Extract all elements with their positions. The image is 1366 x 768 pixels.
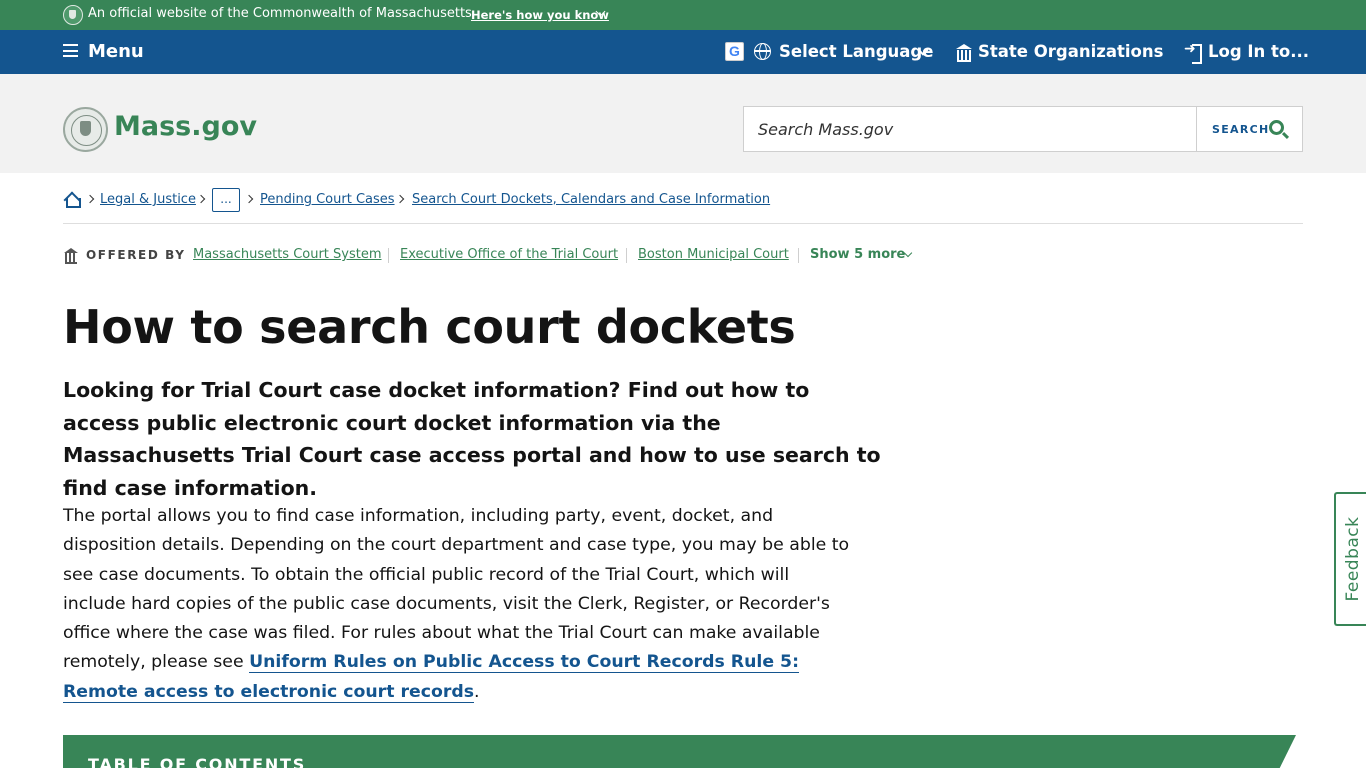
- intro-paragraph: The portal allows you to find case infor…: [63, 502, 853, 707]
- chevron-right-icon: [395, 194, 405, 204]
- state-seal-icon: [63, 107, 108, 152]
- intro-text: The portal allows you to find case infor…: [63, 506, 850, 673]
- feedback-tab[interactable]: Feedback: [1334, 492, 1366, 626]
- breadcrumb-expand-button[interactable]: ...: [212, 188, 240, 212]
- show-more-orgs-button[interactable]: Show 5 more: [810, 247, 905, 262]
- intro-text-end: .: [474, 681, 480, 702]
- search-input[interactable]: [744, 107, 1196, 151]
- chevron-right-icon: [244, 194, 254, 204]
- org-link-trial-court[interactable]: Executive Office of the Trial Court: [400, 247, 618, 262]
- state-seal-icon: [63, 5, 83, 25]
- offered-by-label: OFFERED BY: [86, 248, 186, 262]
- org-link-boston-municipal[interactable]: Boston Municipal Court: [638, 247, 789, 262]
- org-divider: [626, 248, 627, 263]
- site-header: Mass.gov SEARCH: [0, 74, 1366, 173]
- building-icon: [64, 248, 78, 264]
- globe-icon: [754, 43, 771, 60]
- google-translate-icon: G: [725, 42, 744, 61]
- state-organizations-label: State Organizations: [978, 42, 1164, 61]
- building-icon: [956, 44, 972, 62]
- menu-label: Menu: [88, 41, 144, 62]
- page-lede: Looking for Trial Court case docket info…: [63, 378, 881, 500]
- chevron-right-icon: [85, 194, 95, 204]
- hamburger-icon: [63, 44, 78, 57]
- chevron-right-icon: [196, 194, 206, 204]
- feedback-label: Feedback: [1343, 516, 1363, 602]
- org-divider: [798, 248, 799, 263]
- language-label: Select Language: [779, 42, 934, 61]
- search-button-label: SEARCH: [1212, 123, 1270, 136]
- breadcrumb-legal-justice[interactable]: Legal & Justice: [100, 192, 196, 207]
- site-logo-text: Mass.gov: [114, 111, 257, 142]
- search-form: SEARCH: [743, 106, 1303, 152]
- breadcrumb-divider: [63, 223, 1303, 224]
- toc-title: TABLE OF CONTENTS: [88, 755, 307, 768]
- page-title: How to search court dockets: [63, 300, 796, 354]
- login-icon: [1184, 41, 1202, 64]
- breadcrumb-pending-court-cases[interactable]: Pending Court Cases: [260, 192, 395, 207]
- home-icon[interactable]: [63, 191, 81, 208]
- search-icon: [1269, 120, 1284, 135]
- heres-how-you-know-link[interactable]: Here's how you know: [471, 8, 609, 22]
- utility-nav: Menu G Select Language State Organizatio…: [0, 30, 1366, 74]
- official-site-text: An official website of the Commonwealth …: [88, 6, 472, 21]
- table-of-contents[interactable]: TABLE OF CONTENTS: [63, 735, 1296, 768]
- org-divider: [388, 248, 389, 263]
- org-link-court-system[interactable]: Massachusetts Court System: [193, 247, 382, 262]
- search-button[interactable]: SEARCH: [1196, 107, 1302, 151]
- login-label: Log In to...: [1208, 42, 1310, 61]
- breadcrumb-search-court-dockets[interactable]: Search Court Dockets, Calendars and Case…: [412, 192, 770, 207]
- official-site-banner: An official website of the Commonwealth …: [0, 0, 1366, 30]
